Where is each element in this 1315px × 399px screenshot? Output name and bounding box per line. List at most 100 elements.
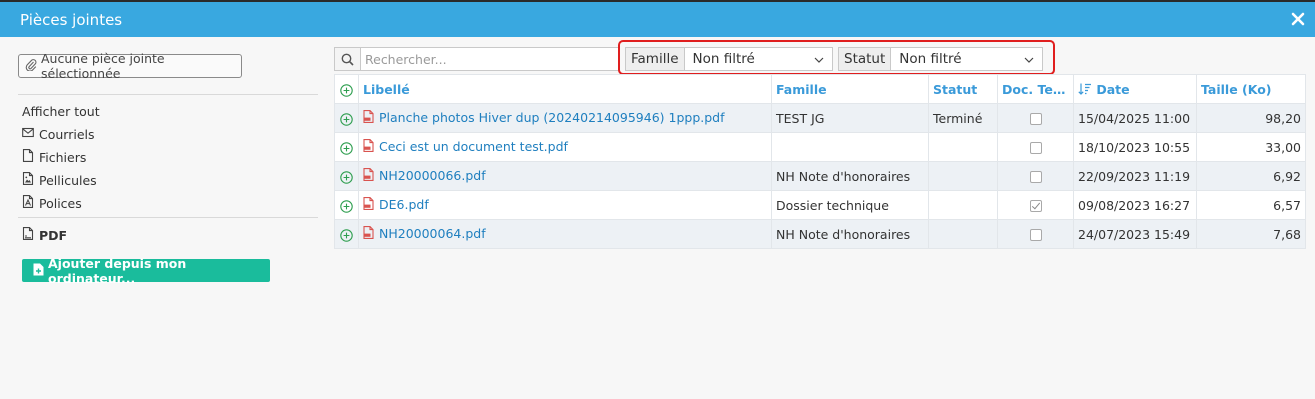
sidebar-item-label: Pellicules	[39, 172, 97, 188]
attachment-link[interactable]: NH20000064.pdf	[379, 226, 486, 241]
column-header-famille[interactable]: Famille	[771, 74, 929, 104]
doc-tech-checkbox[interactable]	[1029, 171, 1042, 183]
attachments-table: Libellé Famille Statut Doc. Tech. Date T…	[334, 74, 1306, 249]
search-icon[interactable]	[335, 48, 361, 70]
no-attachment-selected-button[interactable]: Aucune pièce jointe sélectionnée	[18, 51, 242, 81]
sidebar-item-pellicules[interactable]: Pellicules	[22, 172, 97, 188]
dialog-title: Pièces jointes	[20, 11, 123, 29]
taille-cell: 6,92	[1196, 161, 1306, 191]
famille-filter-value: Non filtré	[692, 51, 755, 67]
search-input[interactable]	[361, 51, 611, 67]
statut-cell	[928, 161, 998, 191]
add-cell	[334, 103, 359, 133]
column-header-libelle[interactable]: Libellé	[358, 74, 772, 104]
pdf-file-icon	[363, 110, 374, 126]
doc-tech-checkbox[interactable]	[1029, 113, 1042, 125]
libelle-cell: DE6.pdf	[358, 190, 772, 220]
taille-cell: 6,57	[1196, 190, 1306, 220]
libelle-cell: Ceci est un document test.pdf	[358, 132, 772, 162]
table-row[interactable]: NH20000064.pdf NH Note d'honoraires 24/07/…	[334, 219, 1306, 249]
famille-filter-select[interactable]: Non filtré	[685, 48, 832, 70]
attachment-link[interactable]: Ceci est un document test.pdf	[379, 139, 568, 154]
sidebar-item-polices[interactable]: Polices	[22, 195, 82, 211]
add-circle-icon[interactable]	[340, 83, 353, 97]
sidebar-item-label: Courriels	[39, 126, 95, 142]
attachment-link[interactable]: Planche photos Hiver dup (20240214095946…	[379, 110, 725, 125]
date-cell: 15/04/2025 11:00	[1073, 103, 1197, 133]
taille-cell: 33,00	[1196, 132, 1306, 162]
add-circle-icon[interactable]	[340, 170, 353, 184]
add-circle-icon[interactable]	[340, 199, 353, 213]
statut-cell	[928, 219, 998, 249]
famille-cell: NH Note d'honoraires	[771, 161, 929, 191]
column-header-date[interactable]: Date	[1073, 74, 1197, 104]
file-icon	[22, 149, 34, 165]
statut-filter-label: Statut	[839, 48, 892, 70]
column-header-doc-tech[interactable]: Doc. Tech.	[997, 74, 1074, 104]
table-row[interactable]: NH20000066.pdf NH Note d'honoraires 22/09/…	[334, 161, 1306, 191]
sidebar-divider	[18, 94, 318, 95]
date-cell: 22/09/2023 11:19	[1073, 161, 1197, 191]
add-circle-icon[interactable]	[340, 228, 353, 242]
sidebar-show-all-label: Afficher tout	[22, 104, 100, 119]
title-bar: Pièces jointes	[0, 2, 1315, 37]
attachment-link[interactable]: DE6.pdf	[379, 197, 429, 212]
statut-filter[interactable]: Statut Non filtré	[838, 47, 1043, 71]
sidebar-divider	[18, 217, 318, 218]
famille-cell: Dossier technique	[771, 190, 929, 220]
sidebar-item-label: Polices	[39, 195, 82, 211]
sidebar-item-label: Fichiers	[39, 149, 87, 165]
add-cell	[334, 132, 359, 162]
column-header-taille[interactable]: Taille (Ko)	[1196, 74, 1306, 104]
pdf-file-icon	[363, 226, 374, 242]
statut-cell: Terminé	[928, 103, 998, 133]
close-icon[interactable]	[1291, 12, 1305, 26]
statut-filter-value: Non filtré	[899, 51, 962, 67]
pdf-file-icon	[363, 197, 374, 213]
font-file-icon	[22, 195, 34, 211]
taille-cell: 7,68	[1196, 219, 1306, 249]
paperclip-icon	[25, 58, 37, 74]
sidebar-item-label: PDF	[39, 227, 68, 243]
famille-filter[interactable]: Famille Non filtré	[625, 47, 833, 71]
doc-tech-checkbox[interactable]	[1029, 142, 1042, 154]
doc-tech-cell	[997, 103, 1074, 133]
attachment-link[interactable]: NH20000066.pdf	[379, 168, 486, 183]
doc-tech-cell	[997, 132, 1074, 162]
sidebar-show-all[interactable]: Afficher tout	[22, 104, 100, 119]
chevron-down-icon	[814, 51, 824, 67]
famille-filter-label: Famille	[626, 48, 685, 70]
sidebar-item-fichiers[interactable]: Fichiers	[22, 149, 86, 165]
libelle-cell: NH20000064.pdf	[358, 219, 772, 249]
chevron-down-icon	[1024, 51, 1034, 67]
doc-tech-checkbox[interactable]	[1029, 200, 1042, 212]
add-cell	[334, 219, 359, 249]
add-column-header	[334, 74, 359, 104]
table-row[interactable]: DE6.pdf Dossier technique 09/08/2023 16:27…	[334, 190, 1306, 220]
date-cell: 09/08/2023 16:27	[1073, 190, 1197, 220]
libelle-cell: NH20000066.pdf	[358, 161, 772, 191]
famille-cell: NH Note d'honoraires	[771, 219, 929, 249]
column-header-statut[interactable]: Statut	[928, 74, 998, 104]
statut-cell	[928, 190, 998, 220]
add-circle-icon[interactable]	[340, 141, 353, 155]
famille-cell: TEST JG	[771, 103, 929, 133]
doc-tech-cell	[997, 219, 1074, 249]
sidebar-item-pdf[interactable]: PDF	[22, 227, 67, 243]
add-cell	[334, 190, 359, 220]
add-cell	[334, 161, 359, 191]
pdf-file-icon	[363, 139, 374, 155]
statut-cell	[928, 132, 998, 162]
add-circle-icon[interactable]	[340, 112, 353, 126]
add-from-computer-button[interactable]: Ajouter depuis mon ordinateur...	[22, 256, 270, 286]
image-file-icon	[22, 172, 34, 188]
search-box[interactable]	[334, 47, 620, 71]
doc-tech-cell	[997, 161, 1074, 191]
statut-filter-select[interactable]: Non filtré	[891, 48, 1042, 70]
add-from-computer-label: Ajouter depuis mon ordinateur...	[48, 255, 187, 286]
libelle-cell: Planche photos Hiver dup (20240214095946…	[358, 103, 772, 133]
table-row[interactable]: Ceci est un document test.pdf 18/10/2023 …	[334, 132, 1306, 162]
doc-tech-checkbox[interactable]	[1029, 229, 1042, 241]
sidebar-item-courriels[interactable]: Courriels	[22, 126, 95, 142]
table-row[interactable]: Planche photos Hiver dup (20240214095946…	[334, 103, 1306, 133]
